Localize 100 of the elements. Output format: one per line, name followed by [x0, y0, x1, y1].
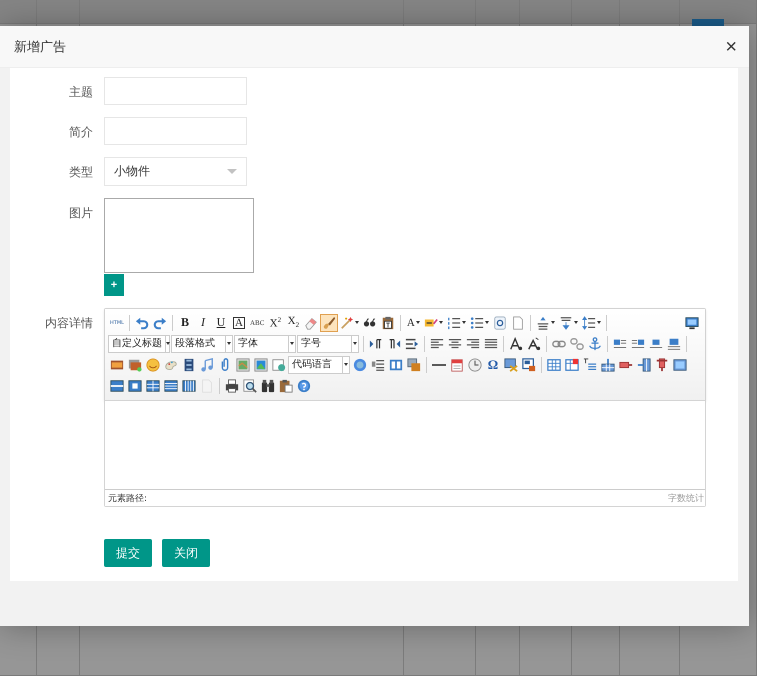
smiley-icon — [146, 358, 160, 372]
submit-button[interactable]: 提交 — [104, 539, 152, 567]
window-stack-icon — [407, 358, 421, 372]
circle-icon — [353, 358, 367, 372]
clock-icon — [468, 358, 482, 372]
film-icon — [182, 358, 196, 372]
justify-icon — [484, 336, 498, 350]
picture-icon — [110, 358, 124, 372]
help-icon — [297, 378, 311, 392]
clipboard-icon — [279, 378, 293, 392]
toolbar-button[interactable] — [580, 314, 604, 332]
toolbar-button[interactable] — [466, 356, 484, 374]
text-case-icon — [509, 336, 523, 350]
page-icon — [511, 316, 526, 330]
delete-column-icon — [655, 358, 669, 372]
close-button[interactable]: × — [725, 36, 737, 56]
table-cell-icon — [128, 378, 142, 392]
line-height-icon — [582, 316, 596, 330]
monitor-icon — [685, 316, 699, 330]
toolbar-button[interactable]: X$^{2}$ — [266, 314, 284, 332]
insert-row-icon — [601, 358, 615, 372]
toolbar-button[interactable] — [405, 356, 423, 374]
horizontal-rule-icon — [432, 364, 446, 366]
clipboard-icon — [381, 316, 396, 330]
select-field[interactable]: 小物件 — [104, 157, 247, 186]
close-button[interactable]: 关闭 — [162, 539, 210, 567]
redo-icon — [153, 316, 167, 330]
table-cell-icon — [146, 378, 160, 392]
element-path-label: 元素路径: — [108, 492, 148, 504]
window-icon — [272, 358, 286, 372]
magnifier-icon — [243, 378, 257, 392]
dropdown[interactable]: 字号 — [297, 334, 359, 352]
calendar-icon — [450, 358, 464, 372]
dropdown[interactable]: 字体 — [234, 334, 296, 352]
table-cell-icon — [110, 378, 124, 392]
toolbar-button[interactable] — [223, 376, 241, 394]
insert-paragraph-icon — [583, 358, 597, 372]
toolbar-button[interactable]: U — [212, 314, 230, 332]
field-label: 内容详情 — [44, 315, 94, 332]
pictures-icon — [128, 358, 142, 372]
map-icon — [236, 358, 250, 372]
toolbar-button[interactable] — [635, 356, 653, 374]
toolbar-button[interactable]: Ω — [484, 356, 502, 374]
printer-icon — [225, 378, 239, 392]
dropdown[interactable]: 自定义标题 — [108, 334, 170, 352]
table-delete-icon — [565, 358, 579, 372]
table-cell-icon — [182, 378, 196, 392]
table-cell-icon — [164, 378, 178, 392]
dropdown[interactable]: 代码语言 — [288, 356, 350, 374]
align-left-icon — [430, 336, 444, 350]
field-label: 简介 — [68, 124, 94, 141]
add-button[interactable]: + — [104, 274, 124, 296]
template-icon — [371, 358, 385, 372]
align-right-icon — [466, 336, 480, 350]
text-case-icon — [527, 336, 541, 350]
dialog-title: 新增广告 — [14, 38, 66, 56]
image-align-icon — [631, 336, 645, 350]
map-icon — [254, 358, 268, 372]
toolbar-button[interactable] — [507, 334, 525, 352]
image-align-icon — [649, 336, 663, 350]
text-field[interactable] — [104, 117, 247, 145]
paragraph-arrow-icon — [369, 336, 383, 350]
field-label: 类型 — [68, 164, 94, 181]
toolbar-button[interactable] — [320, 314, 338, 332]
bullet-list-icon — [470, 316, 484, 330]
toolbar-button[interactable] — [525, 334, 543, 352]
dropdown[interactable]: 段落格式 — [171, 334, 233, 352]
paragraph-arrow-icon — [387, 336, 401, 350]
toolbar-button[interactable] — [520, 356, 538, 374]
spacing-icon — [559, 316, 574, 330]
align-center-icon — [448, 336, 462, 350]
anchor-icon — [588, 336, 602, 350]
music-note-icon — [200, 358, 214, 372]
screenshot-icon — [504, 358, 518, 372]
field-label: 主题 — [68, 84, 94, 101]
broken-link-icon — [570, 336, 584, 350]
toolbar-button[interactable]: I — [194, 314, 212, 332]
quote-icon — [363, 316, 378, 330]
document-image-icon — [522, 358, 536, 372]
table-icon — [547, 358, 561, 372]
toolbar-button[interactable]: A — [404, 314, 422, 332]
toolbar-button[interactable] — [241, 376, 259, 394]
insert-column-icon — [637, 358, 651, 372]
word-count-label: 字数统计 — [668, 492, 704, 504]
indent-icon — [405, 336, 419, 350]
toolbar-button[interactable] — [502, 356, 520, 374]
field-label: 图片 — [68, 205, 94, 222]
spacing-icon — [536, 316, 550, 330]
toolbar-button[interactable]: A — [230, 314, 248, 332]
table-cell-icon — [673, 358, 687, 372]
image-align-icon — [613, 336, 627, 350]
text-field[interactable] — [104, 77, 247, 105]
undo-icon — [135, 316, 149, 330]
two-pane-icon — [389, 358, 403, 372]
toolbar-button[interactable]: B — [176, 314, 194, 332]
binoculars-icon — [261, 378, 275, 392]
brush-icon — [322, 316, 336, 330]
eraser-icon — [304, 316, 318, 330]
image-align-icon — [667, 336, 681, 350]
toolbar-button[interactable]: X$_{2}$ — [284, 314, 302, 332]
